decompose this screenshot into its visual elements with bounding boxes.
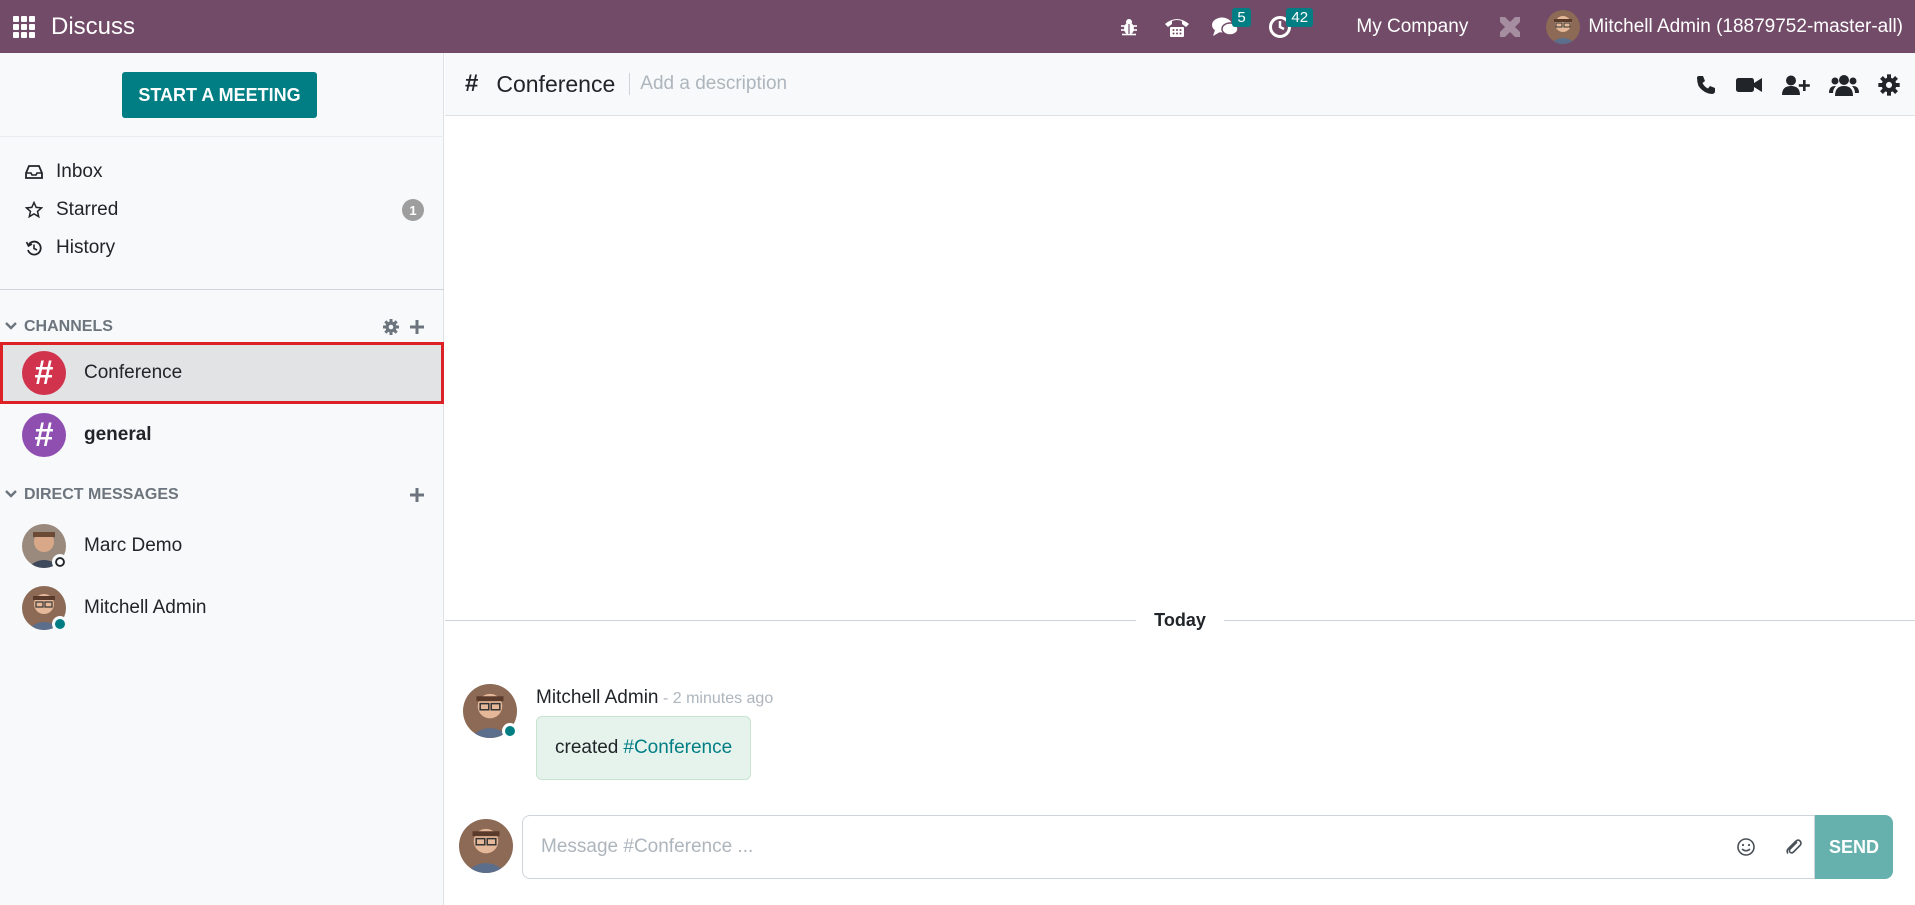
channel-mention-link[interactable]: #Conference: [623, 737, 732, 759]
message-text: created: [555, 737, 619, 758]
inbox-icon: [24, 164, 44, 180]
sidebar-item-inbox[interactable]: Inbox: [24, 157, 424, 187]
sidebar-item-starred[interactable]: Starred 1: [24, 195, 424, 225]
sidebar-item-label: Starred: [56, 199, 119, 220]
header-divider: [629, 73, 631, 95]
send-button[interactable]: SEND: [1815, 815, 1893, 879]
add-user-invite-icon[interactable]: [1781, 74, 1811, 96]
user-menu[interactable]: Mitchell Admin (18879752-master-all): [1588, 16, 1903, 38]
members-group-icon[interactable]: [1829, 73, 1859, 97]
user-avatar[interactable]: [1546, 9, 1581, 44]
discuss-sidebar: START A MEETING Inbox Starred 1 History …: [0, 53, 444, 905]
channel-hash-avatar-icon: #: [22, 351, 66, 395]
direct-messages-category-label: DIRECT MESSAGES: [24, 486, 179, 503]
start-meeting-button[interactable]: START A MEETING: [122, 72, 317, 118]
voip-phone-icon[interactable]: [1152, 0, 1202, 53]
call-phone-icon[interactable]: [1695, 74, 1717, 96]
composer-box: [522, 815, 1815, 879]
dm-name: Marc Demo: [84, 535, 183, 556]
activities-clock-icon[interactable]: 42: [1262, 0, 1326, 53]
current-user-avatar: [459, 819, 513, 873]
sidebar-divider: [0, 289, 444, 290]
debug-bug-icon[interactable]: [1112, 0, 1146, 53]
channel-hash-avatar-icon: #: [22, 413, 66, 457]
date-separator-label: Today: [1154, 609, 1206, 630]
dm-item-mitchell-admin[interactable]: Mitchell Admin: [0, 577, 444, 639]
message-composer: SEND: [445, 803, 1915, 905]
channels-category-header: CHANNELS: [4, 315, 434, 339]
attachment-paperclip-icon[interactable]: [1784, 837, 1804, 857]
top-navbar: Discuss 5 42 My Company Mitchell Admin (…: [0, 0, 1915, 53]
activities-badge: 42: [1286, 8, 1314, 27]
app-name[interactable]: Discuss: [51, 13, 135, 41]
thread-header: # Conference Add a description: [445, 53, 1915, 116]
apps-menu-icon[interactable]: [13, 15, 35, 38]
message-date: - 2 minutes ago: [658, 690, 774, 707]
sidebar-item-history[interactable]: History: [24, 233, 424, 263]
message-thread[interactable]: Today Mitchell Admin - 2 minutes ago cre…: [445, 116, 1915, 803]
starred-counter-badge: 1: [402, 199, 424, 221]
add-direct-message-plus-icon[interactable]: [408, 486, 426, 504]
company-switcher[interactable]: My Company: [1356, 16, 1468, 38]
channel-item-conference[interactable]: # Conference: [0, 342, 444, 404]
online-status-icon: [502, 723, 518, 739]
messages-chat-icon[interactable]: 5: [1204, 0, 1260, 53]
message-author[interactable]: Mitchell Admin: [536, 687, 659, 708]
messages-badge: 5: [1232, 8, 1251, 27]
message-body: created #Conference: [536, 716, 752, 780]
channel-name: general: [84, 424, 152, 445]
channel-settings-gear-icon[interactable]: [382, 318, 400, 336]
away-status-icon: [52, 554, 68, 570]
sidebar-item-label: Inbox: [56, 161, 103, 182]
channel-description-field[interactable]: Add a description: [640, 73, 787, 95]
channel-item-general[interactable]: # general: [0, 404, 444, 466]
online-status-icon: [52, 616, 68, 632]
thread-settings-gear-icon[interactable]: [1877, 73, 1901, 97]
channel-name: Conference: [84, 362, 183, 383]
chevron-down-icon[interactable]: [4, 486, 18, 504]
emoji-smile-icon[interactable]: [1736, 837, 1756, 857]
sidebar-item-label: History: [56, 237, 116, 258]
date-separator: Today: [445, 607, 1915, 633]
star-icon: [24, 201, 44, 219]
add-channel-plus-icon[interactable]: [408, 318, 426, 336]
video-call-camera-icon[interactable]: [1735, 74, 1763, 96]
message-input[interactable]: [541, 836, 1671, 858]
settings-tools-icon[interactable]: [1490, 0, 1530, 53]
channels-category-label: CHANNELS: [24, 318, 113, 335]
chevron-down-icon[interactable]: [4, 318, 18, 336]
direct-messages-category-header: DIRECT MESSAGES: [4, 483, 434, 507]
channel-hash-icon: #: [465, 70, 479, 97]
dm-item-marc-demo[interactable]: Marc Demo: [0, 515, 444, 577]
history-icon: [24, 239, 44, 257]
sidebar-divider: [0, 136, 444, 137]
channel-title[interactable]: Conference: [496, 71, 615, 98]
dm-name: Mitchell Admin: [84, 597, 207, 618]
